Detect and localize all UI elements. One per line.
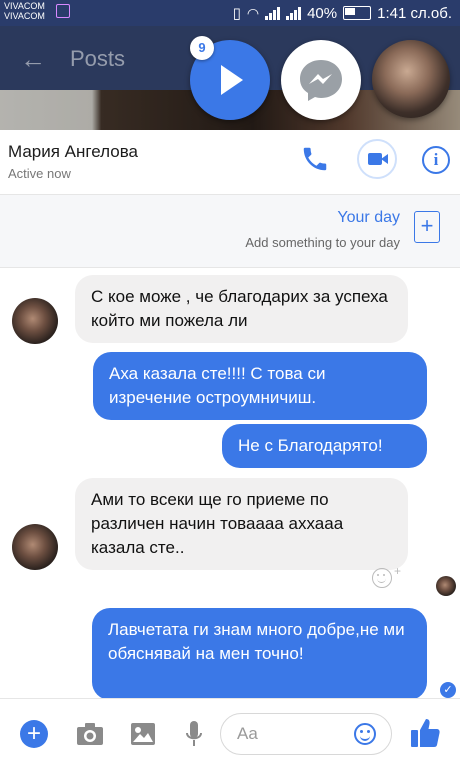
message-outgoing[interactable]: Аха казала сте!!!! С това си изречение о… (93, 352, 427, 420)
add-story-icon[interactable]: + (414, 211, 440, 243)
presence-status: Active now (8, 166, 71, 181)
add-reaction-icon[interactable] (372, 568, 392, 588)
video-camera-icon[interactable] (357, 139, 397, 179)
message-input-box[interactable] (220, 713, 392, 755)
your-day-divider (0, 267, 460, 268)
battery-percent: 40% (307, 4, 338, 22)
battery-icon (343, 6, 372, 20)
add-reaction-plus: + (394, 564, 402, 578)
video-camera-body (368, 153, 382, 165)
message-outgoing[interactable]: Лавчетата ги знам много добре,не ми обяс… (92, 608, 427, 700)
message-incoming[interactable]: Ами то всеки ще го приеме по различен на… (75, 478, 408, 570)
thumbs-up-icon[interactable] (410, 717, 440, 749)
status-bar: VIVACOM VIVACOM ▯ ◠ 40% 1:41 сл.об. (0, 0, 460, 26)
carrier-2: VIVACOM (4, 11, 45, 21)
contact-name: Мария Ангелова (8, 142, 138, 161)
composer-bar: + (0, 698, 460, 769)
phone-icon[interactable] (300, 144, 330, 174)
play-icon (221, 65, 243, 95)
sim-icon (56, 4, 70, 18)
messenger-icon (300, 60, 342, 101)
video-camera-lens (381, 154, 388, 164)
signal-2-icon (286, 6, 302, 20)
carrier-1: VIVACOM (4, 1, 45, 11)
your-day-subtitle: Add something to your day (245, 235, 400, 250)
camera-icon[interactable] (76, 722, 104, 746)
image-icon[interactable] (130, 722, 156, 746)
vibrate-icon: ▯ (232, 5, 241, 22)
wifi-icon: ◠ (246, 4, 260, 21)
message-incoming[interactable]: С кое може , че благодарих за успеха кой… (75, 275, 408, 343)
your-day-title: Your day (337, 209, 400, 226)
signal-1-icon (265, 6, 281, 20)
info-icon[interactable]: i (422, 146, 450, 174)
chat-card: Мария Ангелова Active now i Your day Add… (0, 130, 460, 769)
contact-chat-head[interactable] (372, 40, 450, 118)
messenger-chat-head[interactable] (281, 40, 361, 120)
plus-icon[interactable]: + (20, 720, 48, 748)
your-day-banner[interactable]: Your day Add something to your day + (0, 195, 460, 267)
unread-badge: 9 (190, 36, 214, 60)
contact-avatar[interactable] (12, 524, 58, 570)
contact-avatar[interactable] (12, 298, 58, 344)
microphone-icon[interactable] (185, 720, 203, 750)
carrier-labels: VIVACOM VIVACOM (4, 1, 45, 21)
emoji-icon[interactable] (354, 723, 376, 745)
message-input[interactable] (235, 723, 349, 745)
seen-check-icon: ✓ (440, 682, 456, 698)
status-indicators: ▯ ◠ 40% 1:41 сл.об. (232, 4, 452, 23)
message-outgoing[interactable]: Не с Благодарято! (222, 424, 427, 468)
clock: 1:41 сл.об. (377, 4, 452, 22)
read-receipt-avatar (436, 576, 456, 596)
